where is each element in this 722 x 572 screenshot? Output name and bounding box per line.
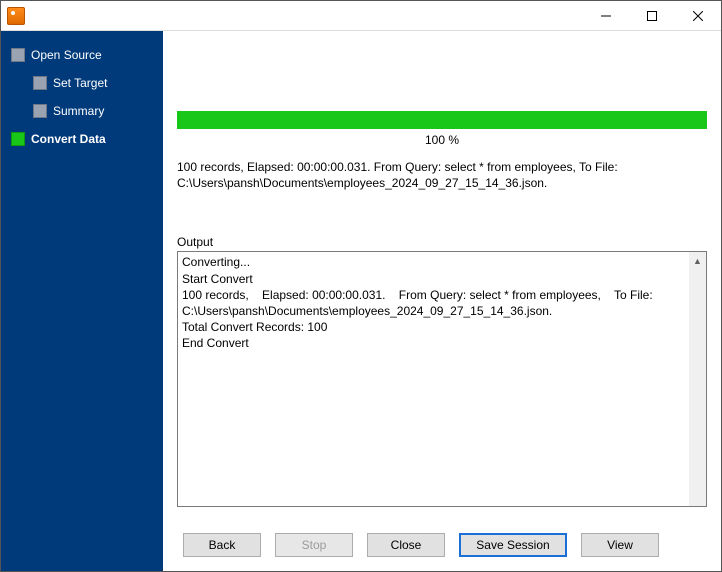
scroll-up-icon: ▲ <box>689 252 706 269</box>
view-button-label: View <box>607 538 633 552</box>
maximize-button[interactable] <box>629 1 675 31</box>
close-window-button[interactable] <box>675 1 721 31</box>
button-row: Back Stop Close Save Session View <box>177 519 707 571</box>
main-panel: 100 % 100 records, Elapsed: 00:00:00.031… <box>163 31 721 571</box>
minimize-button[interactable] <box>583 1 629 31</box>
progress-bar <box>177 111 707 129</box>
close-icon <box>693 11 703 21</box>
back-button-label: Back <box>209 538 236 552</box>
output-scrollbar[interactable]: ▲ <box>689 252 706 506</box>
app-icon <box>7 7 25 25</box>
nav-label: Open Source <box>31 48 102 62</box>
stop-button-label: Stop <box>302 538 327 552</box>
nav-step-icon <box>33 76 47 90</box>
nav-label: Convert Data <box>31 132 106 146</box>
close-button[interactable]: Close <box>367 533 445 557</box>
progress-percent: 100 % <box>177 133 707 147</box>
summary-text: 100 records, Elapsed: 00:00:00.031. From… <box>177 159 707 191</box>
nav-set-target[interactable]: Set Target <box>1 69 163 97</box>
nav-step-icon <box>33 104 47 118</box>
wizard-sidebar: Open Source Set Target Summary Convert D… <box>1 31 163 571</box>
close-button-label: Close <box>391 538 422 552</box>
stop-button: Stop <box>275 533 353 557</box>
nav-step-icon <box>11 48 25 62</box>
nav-convert-data[interactable]: Convert Data <box>1 125 163 153</box>
back-button[interactable]: Back <box>183 533 261 557</box>
titlebar <box>1 1 721 31</box>
maximize-icon <box>647 11 657 21</box>
nav-label: Summary <box>53 104 104 118</box>
output-label: Output <box>177 235 707 249</box>
output-text[interactable]: Converting... Start Convert 100 records,… <box>182 254 689 504</box>
save-session-button[interactable]: Save Session <box>459 533 567 557</box>
nav-label: Set Target <box>53 76 107 90</box>
view-button[interactable]: View <box>581 533 659 557</box>
output-box: Converting... Start Convert 100 records,… <box>177 251 707 507</box>
nav-step-icon <box>11 132 25 146</box>
minimize-icon <box>601 11 611 21</box>
nav-summary[interactable]: Summary <box>1 97 163 125</box>
nav-open-source[interactable]: Open Source <box>1 41 163 69</box>
save-session-button-label: Save Session <box>476 538 549 552</box>
